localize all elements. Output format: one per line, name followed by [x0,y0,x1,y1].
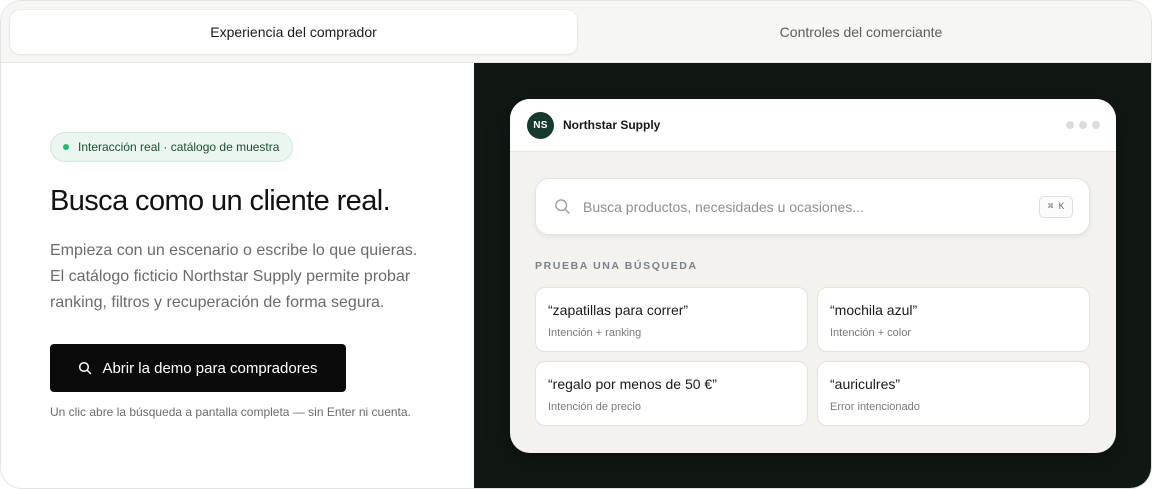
intro-description-line: ranking, filtros y recuperación de forma… [50,294,385,311]
status-badge-label: Interacción real · catálogo de muestra [78,140,280,154]
suggestion-title: “zapatillas para correr” [548,302,689,318]
search-icon [79,361,92,375]
window-dot [1066,121,1074,129]
tab-merchant-controls[interactable]: Controles del comerciante [581,10,1141,54]
suggestion-subtitle: Error intencionado [830,401,920,413]
open-buyer-demo-button[interactable]: Abrir la demo para compradores [50,344,346,392]
window-dot [1092,121,1100,129]
search-icon [555,199,570,214]
intro-description: Empieza con un escenario o escribe lo qu… [50,238,450,316]
suggestion-card-blue-backpack[interactable]: “mochila azul” Intención + color [817,287,1090,352]
window-dots-icon [1066,121,1100,129]
suggestion-subtitle: Intención + color [830,327,912,339]
store-search-bar[interactable]: ⌘ K [535,178,1090,235]
store-avatar: NS [527,112,554,139]
store-preview-window: NS Northstar Supply ⌘ K PRUEBA UNA BÚSQU… [510,99,1116,453]
cta-helper-text: Un clic abre la búsqueda a pantalla comp… [50,405,411,419]
suggestion-card-gift-under-50[interactable]: “regalo por menos de 50 €” Intención de … [535,361,808,426]
store-name: Northstar Supply [563,118,661,132]
suggestion-title: “regalo por menos de 50 €” [548,376,717,392]
suggestion-title: “auriculres” [830,376,901,392]
demo-preview-panel: NS Northstar Supply ⌘ K PRUEBA UNA BÚSQU… [474,63,1151,488]
status-badge: Interacción real · catálogo de muestra [50,132,294,162]
window-dot [1079,121,1087,129]
suggestion-card-running-shoes[interactable]: “zapatillas para correr” Intención + ran… [535,287,808,352]
app-frame: Experiencia del comprador Controles del … [0,0,1152,489]
tab-buyer-experience[interactable]: Experiencia del comprador [10,10,577,54]
intro-description-line: Empieza con un escenario o escribe lo qu… [50,242,418,259]
intro-panel: Interacción real · catálogo de muestra B… [1,63,474,488]
store-header: NS Northstar Supply [510,99,1116,152]
suggestion-title: “mochila azul” [830,302,918,318]
suggestion-subtitle: Intención de precio [548,401,641,413]
suggestions-heading: PRUEBA UNA BÚSQUEDA [535,260,698,272]
status-dot-icon [63,144,69,150]
store-search-input[interactable] [583,195,1023,219]
page-title: Busca como un cliente real. [50,185,391,217]
open-buyer-demo-label: Abrir la demo para compradores [102,359,318,377]
keyboard-shortcut-hint: ⌘ K [1039,196,1073,218]
suggestion-card-headphones-typo[interactable]: “auriculres” Error intencionado [817,361,1090,426]
intro-description-line: El catálogo ficticio Northstar Supply pe… [50,268,411,285]
suggestion-subtitle: Intención + ranking [548,327,642,339]
tab-bar: Experiencia del comprador Controles del … [1,1,1151,63]
